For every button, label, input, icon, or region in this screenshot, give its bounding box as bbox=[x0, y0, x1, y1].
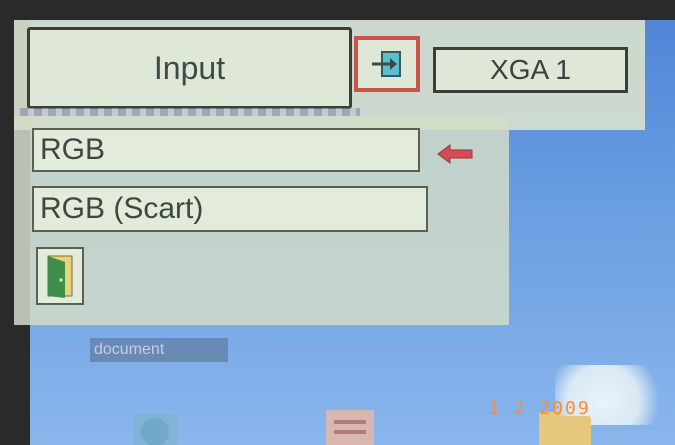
exit-door-icon[interactable] bbox=[36, 247, 84, 305]
input-option-rgb[interactable]: RGB bbox=[32, 128, 420, 172]
input-menu-title[interactable]: Input bbox=[27, 27, 352, 109]
input-source-icon[interactable] bbox=[354, 36, 420, 92]
left-arrow-icon bbox=[436, 143, 476, 170]
document-icon bbox=[320, 408, 380, 445]
input-option-label: RGB bbox=[40, 133, 106, 166]
signal-mode-display: XGA 1 bbox=[433, 47, 628, 93]
input-option-label: RGB (Scart) bbox=[40, 192, 204, 225]
camera-date-stamp: 1 2 2009 bbox=[488, 398, 591, 419]
desktop-icon-label: document bbox=[90, 338, 228, 362]
header-divider bbox=[20, 108, 360, 116]
globe-icon bbox=[125, 410, 185, 445]
input-option-rgb-scart[interactable]: RGB (Scart) bbox=[32, 186, 428, 232]
